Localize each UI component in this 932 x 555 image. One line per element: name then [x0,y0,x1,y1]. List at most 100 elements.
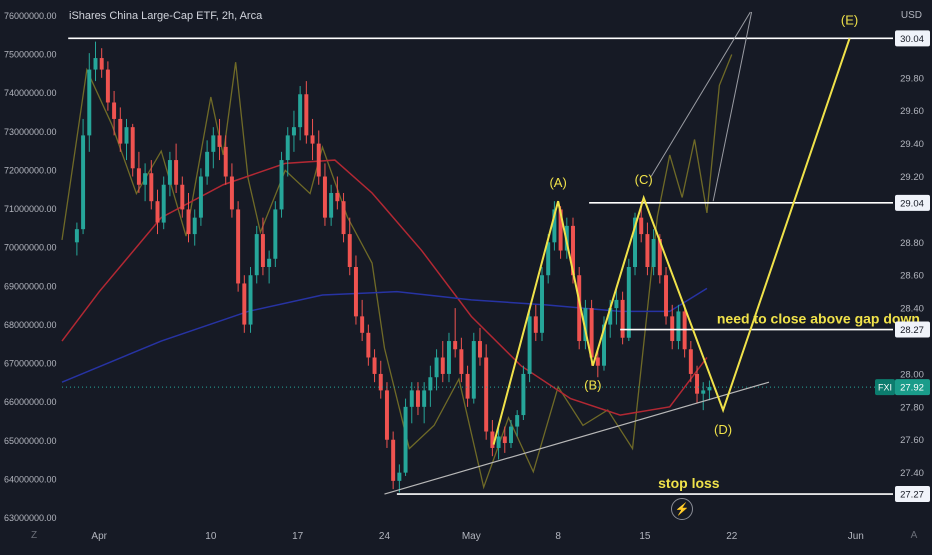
candle-body [391,439,396,481]
candle-body [620,299,625,338]
time-axis-tick: 15 [639,531,651,542]
left-axis-tick: 75000000.00 [4,50,57,60]
left-axis-tick: 70000000.00 [4,243,57,253]
candle-body [403,406,408,473]
stop-loss-annotation: stop loss [658,475,720,491]
candle-body [422,390,427,407]
candle-body [87,69,92,136]
channel-lower-line [712,11,753,202]
right-axis-tick: 29.40 [900,139,924,150]
candle-body [353,267,358,317]
candle-body [459,349,464,374]
auto-scale-icon[interactable]: A [906,527,922,543]
candle-body [186,209,191,235]
candle-body [236,209,241,284]
candle-body [149,173,154,202]
candle-body [329,192,334,218]
horizontal-levels[interactable] [62,37,893,495]
candle-body [105,69,110,103]
candle-body [310,135,315,144]
candle-body [124,127,129,144]
time-axis-tick: 24 [379,531,391,542]
candle-body [515,415,520,427]
left-axis-tick: 69000000.00 [4,281,57,291]
right-axis-tick: 27.60 [900,435,924,446]
candle-body [167,160,172,185]
candle-body [291,127,296,136]
candle-body [81,135,86,230]
left-axis-tick: 73000000.00 [4,127,57,137]
price-level-text: 28.27 [900,325,924,336]
candle-body [99,58,104,70]
candle-body [372,357,377,374]
candle-body [453,341,458,350]
price-level-text: 30.04 [900,34,924,45]
candle-body [434,357,439,378]
candle-body [695,373,700,394]
drawings[interactable] [384,11,851,495]
candle-body [490,431,495,448]
candle-body [335,192,340,202]
wave-label: (D) [714,422,732,437]
last-price-text: 27.92 [900,383,924,394]
left-axis-tick: 68000000.00 [4,320,57,330]
moving-averages [61,159,708,416]
right-axis-tick: 29.80 [900,73,924,84]
candle-body [205,151,210,177]
candle-body [527,316,532,374]
candle-body [645,234,650,267]
candle-body [409,390,414,407]
candle-body [161,184,166,223]
candle-body [260,234,265,267]
candle-body [676,311,681,342]
price-level-text: 27.27 [900,490,924,501]
price-chart[interactable]: 76000000.00 75000000.00 74000000.00 7300000… [0,0,932,550]
right-axis-tick: 28.40 [900,304,924,315]
candle-body [521,373,526,416]
wave-label: (C) [635,172,653,187]
time-axis-tick: Apr [91,531,107,542]
time-axis-tick: 10 [205,531,217,542]
candle-body [384,390,389,440]
candle-body [366,332,371,358]
gap-annotation: need to close above gap down [717,311,920,327]
left-axis-tick: 67000000.00 [4,359,57,369]
candle-body [248,275,253,325]
candle-body [670,316,675,342]
time-axis-tick: May [462,531,481,542]
candle-body [298,94,303,128]
time-axis[interactable]: Apr 10 17 24 May 8 15 22 Jun [91,531,863,542]
zoom-icon[interactable]: Z [26,527,42,543]
candle-body [465,373,470,399]
right-axis-tick: 28.00 [900,369,924,380]
candle-body [279,160,284,210]
candle-body [626,267,631,338]
candle-body [285,135,290,161]
candle-body [440,357,445,374]
candle-body [341,201,346,235]
left-axis-tick: 64000000.00 [4,475,57,485]
candle-body [155,201,160,223]
candle-body [471,341,476,399]
left-axis: 76000000.00 75000000.00 74000000.00 7300000… [4,11,57,523]
candle-body [211,135,216,152]
left-axis-tick: 63000000.00 [4,513,57,523]
candle-body [223,146,228,177]
time-axis-tick: Jun [848,531,864,542]
ticker-badge-text: FXI [878,383,892,393]
candle-body [496,436,501,448]
candle-body [273,209,278,259]
right-price-axis[interactable]: 30.04 29.80 29.60 29.40 29.20 29.04 28.80 28.60… [875,30,930,503]
candle-body [682,311,687,350]
candle-body [118,118,123,144]
candle-body [74,229,79,243]
channel-upper-line [650,11,751,177]
time-axis-tick: 8 [555,531,561,542]
wave-label: (E) [841,12,858,27]
candle-body [304,94,309,136]
candle-body [217,135,222,147]
candle-body [136,168,141,185]
candle-body [174,160,179,185]
chart-area[interactable]: 76000000.00 75000000.00 74000000.00 7300000… [0,0,932,550]
time-axis-tick: 17 [292,531,304,542]
